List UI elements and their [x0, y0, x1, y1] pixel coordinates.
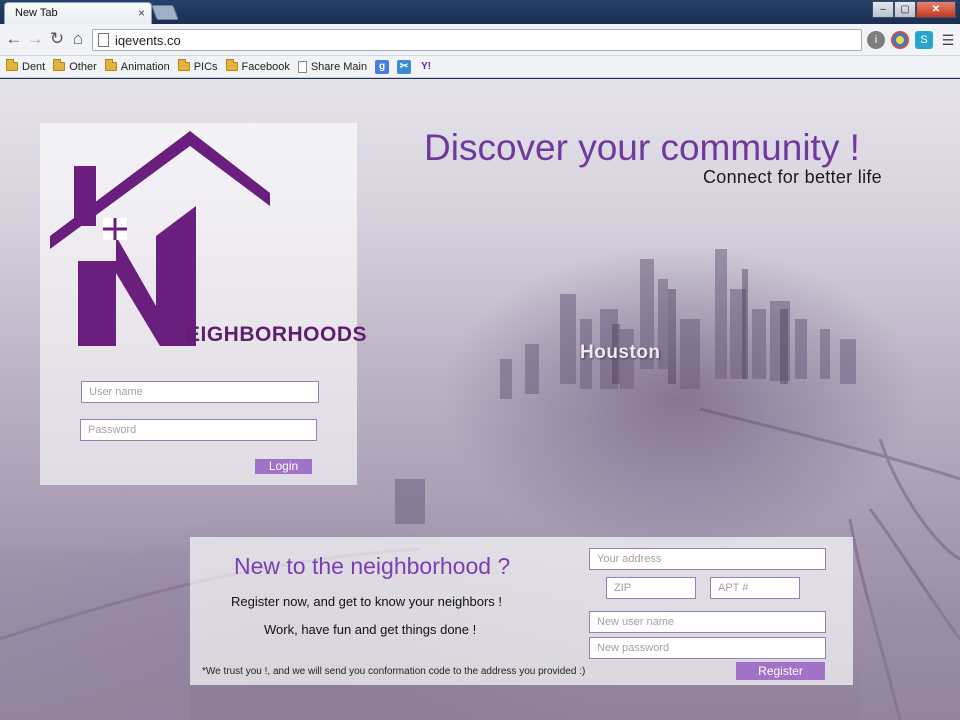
reload-icon[interactable]: ↻ — [47, 29, 67, 49]
back-arrow-icon[interactable]: ← — [4, 29, 24, 49]
folder-icon — [177, 59, 190, 71]
username-input[interactable] — [81, 381, 319, 403]
register-subtitle-1: Register now, and get to know your neigh… — [231, 594, 502, 609]
bookmark-share-main[interactable]: Share Main — [297, 60, 367, 73]
login-button[interactable]: Login — [255, 459, 312, 474]
new-username-input[interactable] — [589, 611, 826, 633]
register-subtitle-2: Work, have fun and get things done ! — [264, 622, 477, 637]
logo-chimney-shape — [74, 166, 96, 226]
register-button[interactable]: Register — [736, 662, 825, 680]
home-icon[interactable]: ⌂ — [68, 29, 88, 49]
address-bar[interactable]: iqevents.co — [92, 29, 862, 51]
url-text[interactable]: iqevents.co — [115, 33, 181, 48]
browser-tab[interactable]: New Tab × — [4, 2, 152, 24]
bookmark-pics[interactable]: PICs — [177, 59, 218, 73]
map-label-houston: Houston — [580, 342, 661, 363]
logo-wordmark: EIGHBORHOODS — [186, 323, 368, 346]
logo-letter-n-shape — [78, 206, 196, 346]
login-panel: EIGHBORHOODS Login — [40, 123, 367, 485]
page-icon — [98, 33, 109, 47]
close-window-button[interactable]: ✕ — [916, 1, 956, 18]
window-controls: – ▢ ✕ — [872, 1, 956, 18]
menu-icon[interactable]: ☰ — [939, 31, 957, 49]
register-title: New to the neighborhood ? — [234, 553, 511, 579]
register-panel: New to the neighborhood ? Register now, … — [190, 537, 853, 685]
bookmark-yahoo-icon[interactable]: Y! — [419, 60, 433, 74]
page-icon — [297, 60, 307, 73]
tab-title: New Tab — [15, 7, 58, 19]
folder-icon — [104, 59, 117, 71]
bookmark-other[interactable]: Other — [53, 59, 97, 73]
apt-input[interactable] — [710, 577, 800, 599]
forward-arrow-icon[interactable]: → — [25, 29, 45, 49]
bookmarks-bar: Dent Other Animation PICs Facebook Share… — [0, 56, 960, 78]
register-note: *We trust you !, and we will send you co… — [202, 666, 586, 677]
page-viewport: Houston EIGHBORHOODS Login Discover your… — [0, 79, 960, 720]
folder-icon — [53, 59, 66, 71]
tab-close-icon[interactable]: × — [138, 6, 145, 20]
new-password-input[interactable] — [589, 637, 826, 659]
browser-toolbar: ← → ↻ ⌂ iqevents.co — [0, 24, 960, 56]
bookmark-animation[interactable]: Animation — [104, 59, 170, 73]
minimize-button[interactable]: – — [872, 1, 894, 18]
folder-icon — [225, 59, 238, 71]
extension-s-icon[interactable]: S — [915, 31, 933, 49]
bookmark-dent[interactable]: Dent — [6, 59, 45, 73]
address-input[interactable] — [589, 548, 826, 570]
bookmark-google-icon[interactable]: g — [375, 59, 390, 74]
extension-color-icon[interactable] — [891, 31, 909, 49]
extension-info-icon[interactable]: i — [867, 31, 885, 49]
page-tagline: Connect for better life — [703, 167, 882, 187]
browser-titlebar: New Tab × – ▢ ✕ — [0, 0, 960, 24]
maximize-button[interactable]: ▢ — [894, 1, 916, 18]
bookmark-tool-icon[interactable]: ✂ — [397, 59, 412, 74]
password-input[interactable] — [80, 419, 317, 441]
zip-input[interactable] — [606, 577, 696, 599]
bookmark-facebook[interactable]: Facebook — [225, 59, 290, 73]
new-tab-button[interactable] — [151, 5, 179, 20]
page-headline: Discover your community ! — [424, 127, 860, 168]
folder-icon — [6, 59, 18, 71]
